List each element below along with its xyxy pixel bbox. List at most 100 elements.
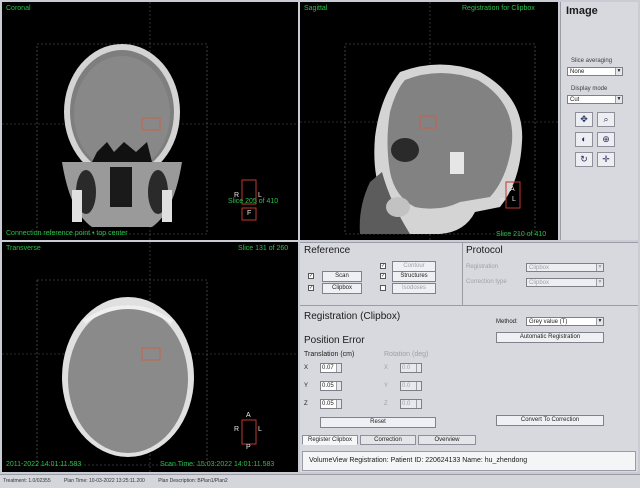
- coronal-marker-r: R: [234, 192, 240, 199]
- translation-y-input[interactable]: 0.05: [320, 381, 342, 391]
- status-plan-time: Plan Time: 10-03-2022 13:25:11.200: [64, 478, 145, 484]
- measure-icon: ⊕: [602, 134, 610, 144]
- isodoses-checkbox[interactable]: [380, 285, 386, 291]
- convert-to-correction-button[interactable]: Convert To Correction: [496, 415, 604, 426]
- contour-checkbox[interactable]: ✓: [380, 263, 386, 269]
- spinner-icon[interactable]: [416, 400, 421, 408]
- tab-register-clipbox[interactable]: Register Clipbox: [302, 435, 358, 445]
- coronal-marker-l: L: [258, 192, 262, 199]
- rotation-label: Rotation (deg): [384, 351, 429, 358]
- coronal-viewport[interactable]: Coronal Slice 205 of 410 Connection refe…: [2, 2, 298, 240]
- rotate-icon: ↻: [580, 154, 588, 164]
- crosshair-icon: ✛: [602, 154, 610, 164]
- isodoses-button[interactable]: Isodoses: [392, 283, 436, 294]
- protocol-correction-label: Correction type: [466, 279, 507, 285]
- chevron-down-icon: ▼: [596, 264, 603, 271]
- transverse-image: [2, 242, 298, 472]
- rot-axis-z-label: Z: [384, 401, 388, 407]
- zoom-icon: ⌕: [603, 114, 609, 124]
- translation-z-value: 0.05: [322, 401, 334, 407]
- translation-x-value: 0.07: [322, 365, 334, 371]
- zoom-tool-button[interactable]: ⌕: [597, 112, 615, 127]
- coronal-label: Coronal: [6, 5, 31, 12]
- rot-axis-y-label: Y: [384, 383, 389, 389]
- rotation-z-input[interactable]: 0.0: [400, 399, 422, 409]
- method-value: Grey value (T): [529, 319, 568, 325]
- sagittal-title: Registration for Clipbox: [462, 5, 535, 12]
- patient-status: VolumeView Registration: Patient ID: 220…: [302, 451, 636, 471]
- rotation-x-value: 0.0: [402, 365, 411, 371]
- rotation-x-input[interactable]: 0.0: [400, 363, 422, 373]
- translation-z-input[interactable]: 0.05: [320, 399, 342, 409]
- image-panel-title: Image: [566, 5, 598, 17]
- structures-checkbox[interactable]: ✓: [380, 273, 386, 279]
- method-select[interactable]: Grey value (T) ▼: [526, 317, 604, 326]
- transverse-viewport[interactable]: Transverse Slice 131 of 260 2011-2022 14…: [2, 242, 298, 472]
- display-mode-select[interactable]: Cut ▼: [567, 95, 623, 104]
- scan-checkbox-row[interactable]: ✓: [308, 273, 317, 280]
- transverse-slice-info: Slice 131 of 260: [238, 245, 289, 252]
- display-mode-value: Cut: [570, 97, 580, 103]
- reset-button[interactable]: Reset: [320, 417, 436, 428]
- structures-checkbox-row[interactable]: ✓: [380, 273, 389, 280]
- measure-tool-button[interactable]: ⊕: [597, 132, 615, 147]
- rotation-y-value: 0.0: [402, 383, 411, 389]
- protocol-registration-value: Clipbox: [529, 265, 550, 271]
- display-mode-label: Display mode: [571, 86, 608, 92]
- status-treatment: Treatment: 1.0/02355: [3, 478, 51, 484]
- structures-button[interactable]: Structures: [392, 271, 436, 282]
- spinner-icon[interactable]: [336, 400, 341, 408]
- spinner-icon[interactable]: [336, 364, 341, 372]
- chevron-down-icon: ▼: [615, 68, 622, 75]
- translation-y-value: 0.05: [322, 383, 334, 389]
- slice-averaging-value: None: [570, 69, 585, 75]
- volume-view-app: Coronal Slice 205 of 410 Connection refe…: [0, 0, 640, 488]
- spinner-icon[interactable]: [336, 382, 341, 390]
- status-bar: Treatment: 1.0/02355 Plan Time: 10-03-20…: [0, 474, 640, 488]
- chevron-down-icon: ▼: [596, 279, 603, 286]
- axis-y-label: Y: [304, 383, 309, 389]
- sagittal-slice-info: Slice 210 of 410: [496, 231, 547, 238]
- transverse-marker-p: P: [246, 444, 251, 451]
- sagittal-marker-a: A: [510, 186, 515, 193]
- slice-averaging-select[interactable]: None ▼: [567, 67, 623, 76]
- section-divider: [300, 305, 638, 306]
- crosshair-tool-button[interactable]: ✛: [597, 152, 615, 167]
- protocol-registration-select[interactable]: Clipbox ▼: [526, 263, 604, 272]
- section-divider: [462, 243, 463, 305]
- sagittal-image: [300, 2, 558, 240]
- translation-label: Translation (cm): [304, 351, 355, 358]
- clipbox-checkbox-row[interactable]: ✓: [308, 285, 317, 292]
- transverse-marker-a: A: [246, 412, 251, 419]
- contour-checkbox-row[interactable]: ✓: [380, 263, 389, 270]
- sagittal-marker-p: P: [500, 198, 505, 205]
- image-panel: Image Slice averaging None ▼ Display mod…: [560, 2, 638, 240]
- isodoses-checkbox-row[interactable]: [380, 285, 389, 292]
- spinner-icon[interactable]: [416, 364, 421, 372]
- reference-title: Reference: [304, 245, 351, 256]
- registration-title: Registration (Clipbox): [304, 311, 401, 322]
- window-level-tool-button[interactable]: ◐: [575, 132, 593, 147]
- rotate-tool-button[interactable]: ↻: [575, 152, 593, 167]
- automatic-registration-button[interactable]: Automatic Registration: [496, 332, 604, 343]
- spinner-icon[interactable]: [416, 382, 421, 390]
- transverse-footer-left: 2011-2022 14:01:11.583: [6, 461, 82, 468]
- method-label: Method:: [496, 319, 518, 325]
- protocol-correction-value: Clipbox: [529, 280, 550, 286]
- scan-checkbox[interactable]: ✓: [308, 273, 314, 279]
- coronal-footer: Connection reference point • top center: [6, 230, 128, 237]
- protocol-correction-select[interactable]: Clipbox ▼: [526, 278, 604, 287]
- rotation-y-input[interactable]: 0.0: [400, 381, 422, 391]
- tab-overview[interactable]: Overview: [418, 435, 476, 445]
- translation-x-input[interactable]: 0.07: [320, 363, 342, 373]
- pan-tool-button[interactable]: ✥: [575, 112, 593, 127]
- protocol-registration-label: Registration: [466, 264, 499, 270]
- clipbox-checkbox[interactable]: ✓: [308, 285, 314, 291]
- tab-correction[interactable]: Correction: [360, 435, 416, 445]
- scan-button[interactable]: Scan: [322, 271, 362, 282]
- transverse-footer-right: Scan Time: 15:03:2022 14:01:11.583: [160, 461, 275, 468]
- sagittal-label: Sagittal: [304, 5, 328, 12]
- sagittal-viewport[interactable]: Sagittal Registration for Clipbox Slice …: [300, 2, 558, 240]
- chevron-down-icon: ▼: [615, 96, 622, 103]
- clipbox-button[interactable]: Clipbox: [322, 283, 362, 294]
